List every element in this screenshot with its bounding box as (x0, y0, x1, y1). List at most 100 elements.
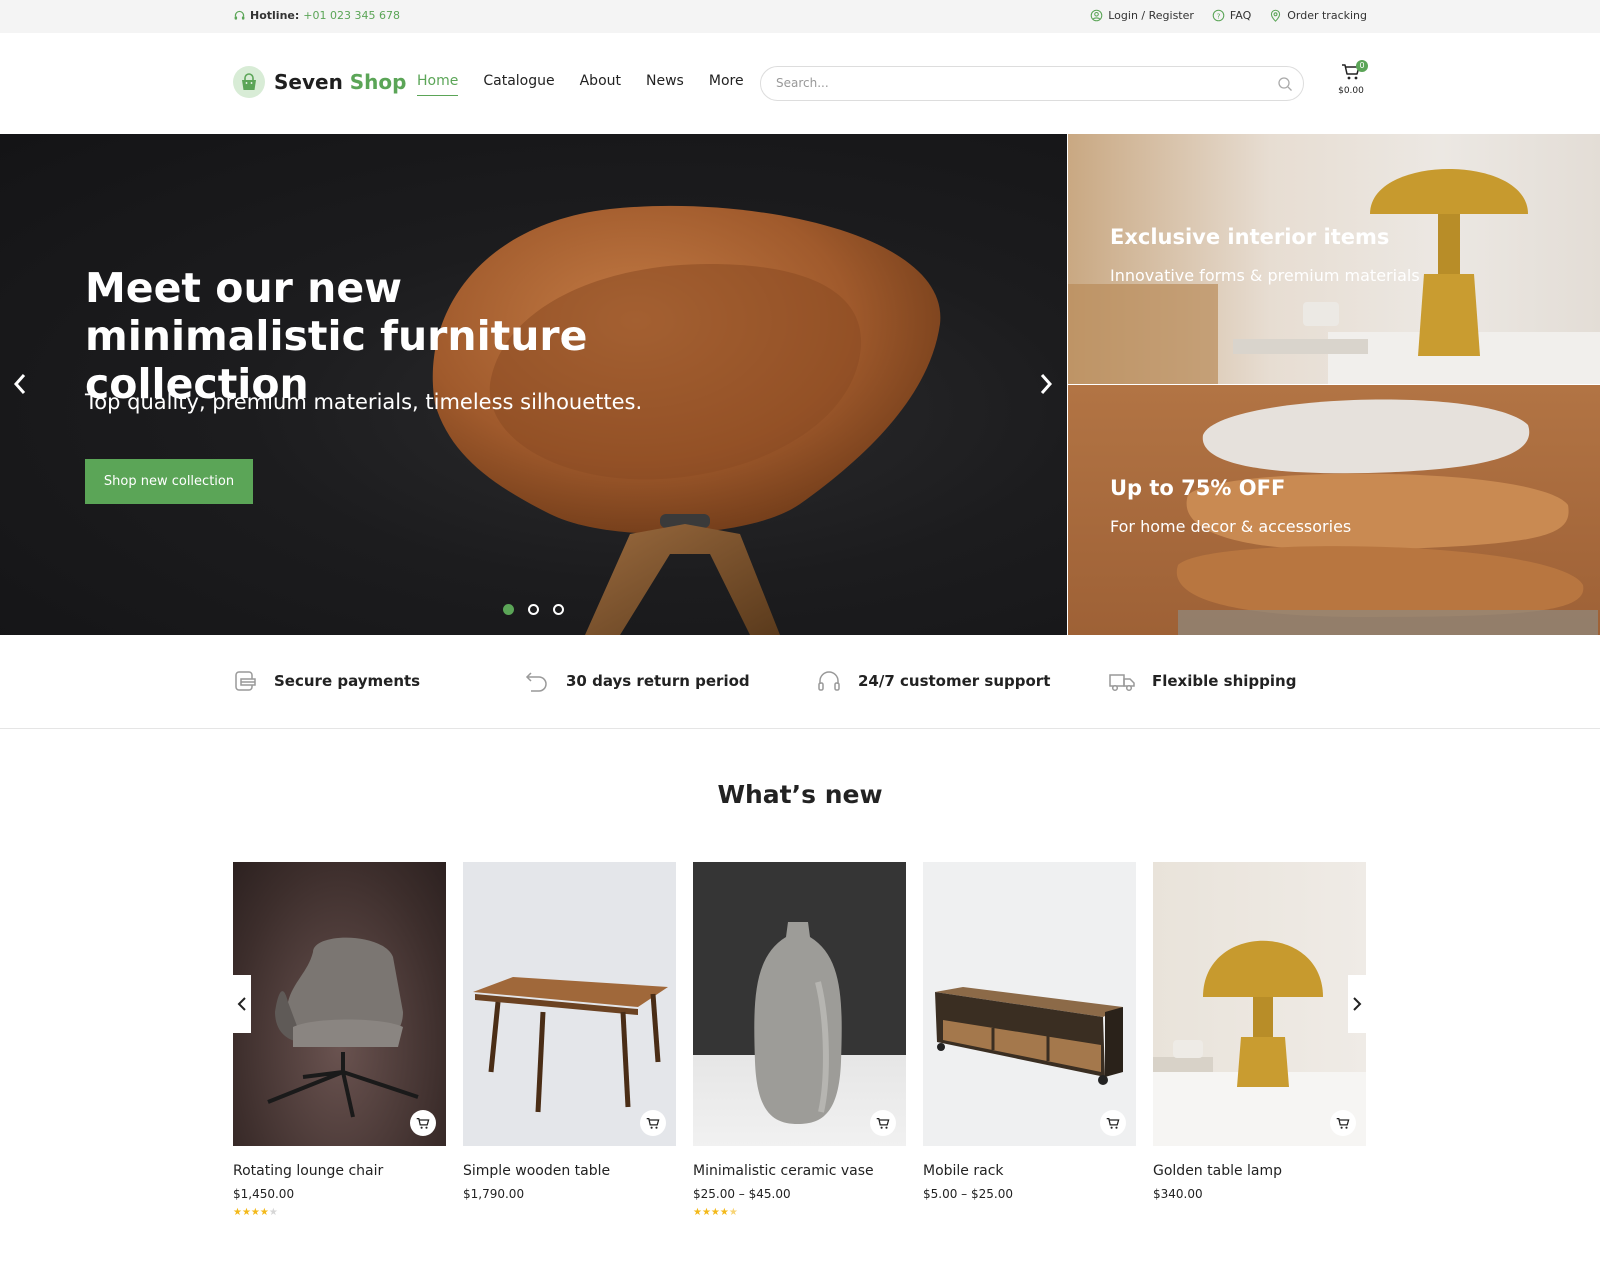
login-register-link[interactable]: Login / Register (1090, 9, 1194, 22)
login-register-label: Login / Register (1108, 9, 1194, 22)
shopping-bag-icon (233, 66, 265, 98)
return-icon (525, 672, 547, 692)
nav-catalogue[interactable]: Catalogue (483, 73, 554, 96)
main-nav: Home Catalogue About News More (417, 73, 744, 96)
hotline: Hotline: +01 023 345 678 (233, 9, 400, 22)
product-image[interactable] (693, 862, 906, 1146)
whats-new-title: What’s new (717, 780, 883, 809)
lounge-chair-image (267, 937, 419, 1118)
faq-label: FAQ (1229, 9, 1252, 22)
hotline-number[interactable]: +01 023 345 678 (303, 9, 400, 22)
golden-lamp-image (1153, 940, 1366, 1146)
product-name[interactable]: Rotating lounge chair (233, 1163, 446, 1179)
ceramic-vase-image (754, 922, 842, 1124)
product-price: $340.00 (1153, 1187, 1203, 1201)
banner-1-title: Exclusive interior items (1110, 225, 1390, 249)
banner-2-subtitle: For home decor & accessories (1110, 517, 1352, 536)
cart-icon (1336, 1117, 1350, 1129)
mobile-rack-image (935, 987, 1123, 1085)
order-tracking-label: Order tracking (1287, 9, 1367, 22)
hero-chair-image (432, 205, 941, 635)
feature-label: 30 days return period (566, 672, 750, 690)
order-tracking-link[interactable]: Order tracking (1269, 9, 1367, 22)
slider-dot-3[interactable] (553, 604, 564, 615)
product-image[interactable] (233, 862, 446, 1146)
chevron-right-icon (1353, 997, 1362, 1011)
nav-more[interactable]: More (709, 73, 744, 96)
feature-label: 24/7 customer support (858, 672, 1051, 690)
add-to-cart-button[interactable] (870, 1110, 896, 1136)
add-to-cart-button[interactable] (410, 1110, 436, 1136)
cart-count-badge: 0 (1356, 60, 1368, 72)
shop-new-collection-button[interactable]: Shop new collection (85, 459, 253, 504)
faq-link[interactable]: ? FAQ (1212, 9, 1251, 22)
cart-icon (646, 1117, 660, 1129)
slider-dot-1[interactable] (503, 604, 514, 615)
product-card[interactable]: Mobile rack $5.00 – $25.00 (923, 862, 1136, 1201)
cart-button[interactable]: 0 $0.00 (1337, 60, 1368, 96)
product-image[interactable] (463, 862, 676, 1146)
product-name[interactable]: Mobile rack (923, 1163, 1136, 1179)
question-icon: ? (1212, 9, 1225, 22)
logo-word-seven: Seven (274, 70, 343, 94)
search-icon[interactable] (1277, 76, 1293, 92)
nav-home[interactable]: Home (417, 73, 459, 96)
card-icon (235, 671, 256, 691)
chevron-right-icon[interactable] (1038, 372, 1054, 403)
product-card[interactable]: Minimalistic ceramic vase $25.00 – $45.0… (693, 862, 906, 1218)
feature-return-period: 30 days return period (525, 670, 750, 692)
hotline-label: Hotline: (250, 9, 300, 22)
hero-slider: Meet our new minimalistic furniture coll… (0, 134, 1067, 635)
add-to-cart-button[interactable] (640, 1110, 666, 1136)
chevron-left-icon[interactable] (12, 372, 28, 403)
hero-title: Meet our new minimalistic furniture coll… (85, 264, 588, 408)
promo-banner-sale[interactable]: Up to 75% OFF For home decor & accessori… (1068, 385, 1600, 635)
feature-label: Secure payments (274, 672, 421, 690)
product-name[interactable]: Minimalistic ceramic vase (693, 1163, 906, 1179)
product-card[interactable]: Golden table lamp $340.00 (1153, 862, 1366, 1201)
product-price: $1,790.00 (463, 1187, 525, 1201)
nav-news[interactable]: News (646, 73, 684, 96)
logo[interactable]: Seven Shop (233, 66, 406, 98)
product-price: $1,450.00 (233, 1187, 295, 1201)
feature-flexible-shipping: Flexible shipping (1109, 670, 1296, 692)
add-to-cart-button[interactable] (1330, 1110, 1356, 1136)
banner-pillows-image (1176, 399, 1598, 635)
product-name[interactable]: Simple wooden table (463, 1163, 676, 1179)
features-strip: Secure payments 30 days return period 24… (0, 635, 1600, 729)
cart-total: $0.00 (1338, 86, 1364, 96)
add-to-cart-button[interactable] (1100, 1110, 1126, 1136)
promo-banner-interior[interactable]: Exclusive interior items Innovative form… (1068, 134, 1600, 384)
product-rating: ★★★★★ (693, 1207, 738, 1218)
headset-icon (818, 671, 840, 691)
top-bar: Hotline: +01 023 345 678 Login / Registe… (0, 0, 1600, 33)
search-input[interactable] (776, 76, 1256, 90)
feature-label: Flexible shipping (1152, 672, 1297, 690)
chevron-left-icon (237, 997, 246, 1011)
cart-icon (416, 1117, 430, 1129)
slider-dots (503, 604, 564, 615)
product-card[interactable]: Rotating lounge chair $1,450.00 ★★★★★ (233, 862, 446, 1218)
feature-customer-support: 24/7 customer support (817, 670, 1050, 692)
slider-dot-2[interactable] (528, 604, 539, 615)
banner-1-subtitle: Innovative forms & premium materials (1110, 266, 1420, 285)
product-image[interactable] (1153, 862, 1366, 1146)
carousel-next-button[interactable] (1348, 975, 1366, 1033)
headset-icon (234, 10, 245, 20)
cart-icon (1106, 1117, 1120, 1129)
truck-icon (1109, 674, 1135, 692)
product-price: $5.00 – $25.00 (923, 1187, 1013, 1201)
carousel-prev-button[interactable] (233, 975, 251, 1033)
product-image[interactable] (923, 862, 1136, 1146)
wooden-table-image (473, 977, 668, 1113)
hero-subtitle: Top quality, premium materials, timeless… (85, 390, 643, 414)
product-price: $25.00 – $45.00 (693, 1187, 791, 1201)
product-card[interactable]: Simple wooden table $1,790.00 (463, 862, 676, 1201)
cart-icon (876, 1117, 890, 1129)
location-pin-icon (1271, 9, 1281, 22)
svg-text:?: ? (1216, 11, 1220, 20)
logo-text: Seven Shop (274, 70, 406, 94)
nav-about[interactable]: About (580, 73, 621, 96)
product-rating: ★★★★★ (233, 1207, 278, 1218)
product-name[interactable]: Golden table lamp (1153, 1163, 1366, 1179)
